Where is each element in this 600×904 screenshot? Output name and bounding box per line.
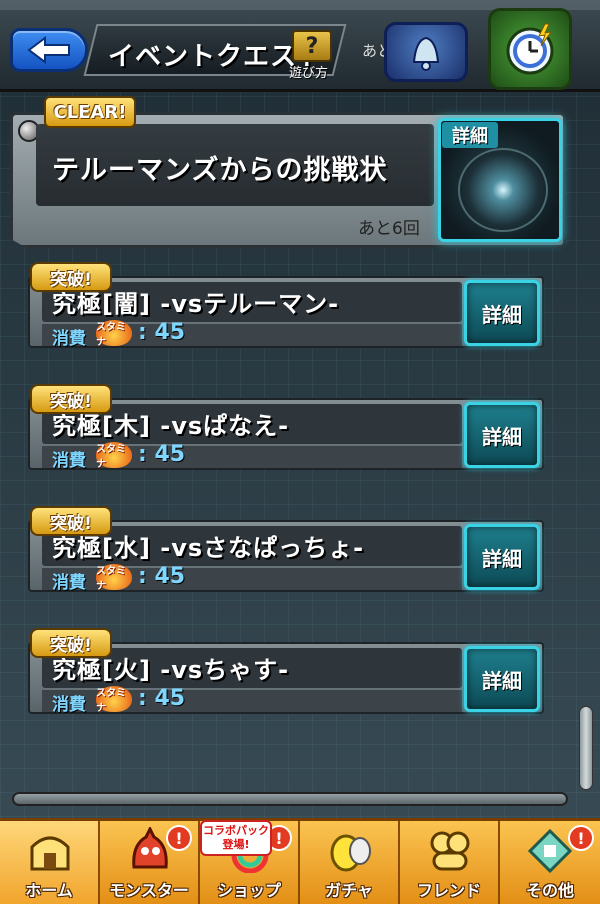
collab-pack-badge: コラボパック登場! bbox=[200, 820, 272, 856]
gacha-icon bbox=[326, 827, 374, 873]
stamina-icon: スタミナ bbox=[96, 320, 132, 348]
bell-icon bbox=[412, 36, 440, 71]
other-icon bbox=[526, 827, 574, 873]
quest-row[interactable]: 究極[水] -vsさなぱっちょ- 消費 スタミナ : 45 突破! 詳細 bbox=[28, 506, 544, 593]
quest-detail-button[interactable]: 詳細 bbox=[464, 524, 540, 590]
friend-icon bbox=[426, 827, 474, 873]
alert-badge: ! bbox=[166, 825, 192, 851]
breakthrough-badge: 突破! bbox=[30, 628, 112, 658]
stamina-icon: スタミナ bbox=[96, 564, 132, 592]
stamina-cost-value: : 45 bbox=[138, 686, 186, 711]
nav-label: フレンド bbox=[416, 881, 481, 900]
breakthrough-badge: 突破! bbox=[30, 506, 112, 536]
breakthrough-badge: 突破! bbox=[30, 262, 112, 292]
arrow-left-icon bbox=[27, 36, 70, 64]
nav-gacha[interactable]: ガチャ bbox=[300, 821, 400, 904]
quest-row[interactable]: 究極[闇] -vsテルーマン- 消費 スタミナ : 45 突破! 詳細 bbox=[28, 262, 544, 349]
nav-friend[interactable]: フレンド bbox=[400, 821, 500, 904]
help-icon[interactable]: ? bbox=[292, 30, 332, 62]
nav-other[interactable]: ! その他 bbox=[500, 821, 600, 904]
stamina-icon: スタミナ bbox=[96, 686, 132, 714]
event-title: テルーマンズからの挑戦状 bbox=[52, 155, 388, 186]
bottom-nav: ホーム ! モンスター ! ショップ ガチャ フレンド ! その他 bbox=[0, 818, 600, 904]
nav-monster[interactable]: ! モンスター bbox=[100, 821, 200, 904]
scrollbar-thumb[interactable] bbox=[579, 706, 593, 790]
stamina-cost-label: 消費 bbox=[52, 695, 86, 715]
bell-button[interactable] bbox=[384, 22, 468, 82]
clock-icon bbox=[506, 23, 554, 75]
stamina-cost-label: 消費 bbox=[52, 329, 86, 349]
event-emblem-icon bbox=[458, 148, 548, 232]
quest-detail-button[interactable]: 詳細 bbox=[464, 280, 540, 346]
stamina-icon: スタミナ bbox=[96, 442, 132, 470]
quest-detail-button[interactable]: 詳細 bbox=[464, 646, 540, 712]
alert-badge: ! bbox=[568, 825, 594, 851]
nav-label: ホーム bbox=[25, 881, 73, 900]
stamina-cost-value: : 45 bbox=[138, 442, 186, 467]
back-button[interactable] bbox=[10, 28, 88, 72]
nav-label: ショップ bbox=[216, 881, 281, 900]
stamina-cost-label: 消費 bbox=[52, 451, 86, 471]
nav-label: ガチャ bbox=[325, 881, 373, 900]
clear-badge: CLEAR! bbox=[44, 96, 136, 128]
quest-row[interactable]: 究極[火] -vsちゃす- 消費 スタミナ : 45 突破! 詳細 bbox=[28, 628, 544, 715]
nav-home[interactable]: ホーム bbox=[0, 821, 100, 904]
home-icon bbox=[26, 827, 74, 873]
stamina-cost-value: : 45 bbox=[138, 320, 186, 345]
stamina-timer-button[interactable] bbox=[488, 8, 572, 90]
nav-label: モンスター bbox=[109, 881, 189, 900]
help-label[interactable]: 遊び方 bbox=[289, 62, 328, 81]
quest-detail-button[interactable]: 詳細 bbox=[464, 402, 540, 468]
stamina-cost-label: 消費 bbox=[52, 573, 86, 593]
breakthrough-badge: 突破! bbox=[30, 384, 112, 414]
stamina-cost-value: : 45 bbox=[138, 564, 186, 589]
list-bottom-frame bbox=[12, 792, 568, 806]
event-detail-label: 詳細 bbox=[442, 122, 498, 148]
quest-row[interactable]: 究極[木] -vsぱなえ- 消費 スタミナ : 45 突破! 詳細 bbox=[28, 384, 544, 471]
nav-label: その他 bbox=[525, 881, 574, 900]
event-remaining-count: あと6回 bbox=[358, 219, 420, 239]
